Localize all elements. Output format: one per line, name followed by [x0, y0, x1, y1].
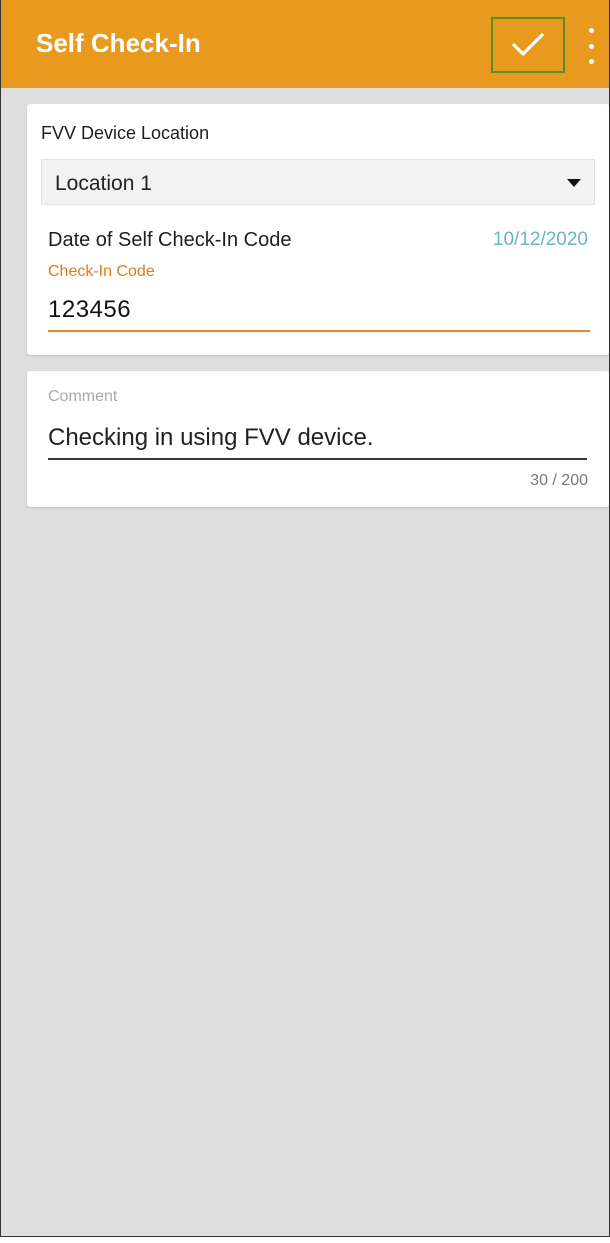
comment-field[interactable]: Checking in using FVV device. — [48, 416, 587, 460]
checkin-code-field[interactable]: 123456 — [48, 292, 590, 332]
comment-card: Comment Checking in using FVV device. 30… — [27, 371, 609, 507]
dropdown-arrow-icon — [567, 179, 581, 187]
comment-label: Comment — [48, 388, 118, 405]
location-dropdown[interactable]: Location 1 — [41, 159, 595, 205]
page-title: Self Check-In — [36, 28, 201, 58]
more-options-button[interactable] — [579, 28, 603, 64]
confirm-button[interactable] — [491, 17, 565, 73]
comment-value: Checking in using FVV device. — [48, 424, 374, 451]
check-icon — [512, 33, 544, 56]
app-screen: Self Check-In FVV Device Location Locati… — [0, 0, 610, 1237]
character-counter: 30 / 200 — [530, 472, 588, 489]
location-label: FVV Device Location — [41, 123, 210, 143]
checkin-card: FVV Device Location Location 1 Date of S… — [27, 104, 609, 355]
app-bar: Self Check-In — [1, 0, 609, 88]
checkin-code-label: Check-In Code — [48, 263, 155, 280]
checkin-code-value: 123456 — [48, 296, 132, 323]
date-label: Date of Self Check-In Code — [48, 229, 292, 251]
location-selected-value: Location 1 — [55, 172, 152, 195]
date-value[interactable]: 10/12/2020 — [493, 229, 588, 251]
more-vert-icon — [588, 28, 594, 33]
